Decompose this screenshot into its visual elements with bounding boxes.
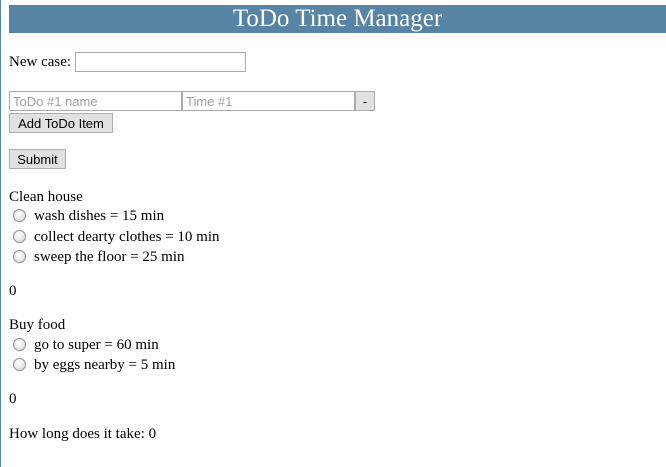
todo-item-label: go to super = 60 min (34, 337, 159, 353)
todo-item-label: sweep the floor = 25 min (34, 249, 185, 265)
submit-button[interactable]: Submit (9, 149, 66, 169)
todo-item-label: by eggs nearby = 5 min (34, 357, 176, 373)
radio-button[interactable] (13, 358, 26, 371)
radio-button[interactable] (13, 209, 26, 222)
radio-button[interactable] (13, 338, 26, 351)
case-title: Clean house (9, 189, 83, 205)
left-border (0, 0, 1, 467)
add-todo-button[interactable]: Add ToDo Item (9, 113, 113, 133)
case-total: 0 (9, 391, 17, 407)
new-case-input[interactable] (75, 52, 246, 72)
new-case-label: New case: (9, 54, 72, 70)
todo-item-label: wash dishes = 15 min (34, 208, 165, 224)
case-total: 0 (9, 283, 17, 299)
todo-time-input[interactable] (182, 91, 355, 111)
todo-name-input[interactable] (9, 91, 182, 111)
page-title: ToDo Time Manager (9, 5, 666, 33)
case-title: Buy food (9, 317, 66, 333)
radio-button[interactable] (13, 250, 26, 263)
remove-todo-button[interactable]: - (355, 91, 375, 111)
todo-item-label: collect dearty clothes = 10 min (34, 229, 220, 245)
page: ToDo Time Manager New case: - Add ToDo I… (0, 0, 666, 467)
total-time-summary: How long does it take: 0 (9, 426, 157, 442)
radio-button[interactable] (13, 230, 26, 243)
